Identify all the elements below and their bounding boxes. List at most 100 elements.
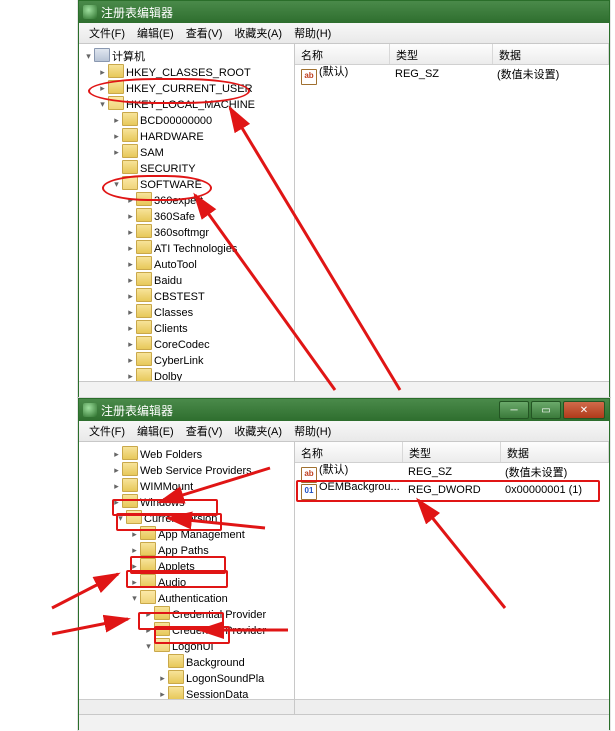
twisty-icon[interactable]: ▸: [125, 320, 136, 336]
tree-item[interactable]: SECURITY: [140, 163, 196, 175]
hscrollbar[interactable]: [295, 699, 609, 714]
twisty-icon[interactable]: ▾: [143, 638, 154, 654]
titlebar[interactable]: 注册表编辑器 ─ ▭ ✕: [79, 399, 609, 421]
titlebar[interactable]: 注册表编辑器: [79, 1, 609, 23]
tree-pane[interactable]: ▸ Web Folders ▸ Web Service Providers ▸ WIMMo…: [79, 442, 295, 714]
twisty-icon[interactable]: ▸: [125, 192, 136, 208]
tree-item[interactable]: 360expert: [154, 195, 203, 207]
menu-help[interactable]: 帮助(H): [288, 23, 337, 43]
menu-edit[interactable]: 编辑(E): [131, 23, 180, 43]
twisty-icon[interactable]: ▸: [125, 256, 136, 272]
tree-item[interactable]: HARDWARE: [140, 131, 204, 143]
twisty-icon[interactable]: ▸: [129, 526, 140, 542]
value-row[interactable]: ab(默认) REG_SZ (数值未设置): [295, 463, 609, 481]
twisty-icon[interactable]: ▸: [97, 64, 108, 80]
twisty-icon[interactable]: ▸: [129, 574, 140, 590]
folder-icon: [140, 558, 156, 572]
value-row[interactable]: ab(默认) REG_SZ (数值未设置): [295, 65, 609, 83]
twisty-icon[interactable]: ▾: [115, 510, 126, 526]
tree-pane[interactable]: ▾ 计算机 ▸ HKEY_CLASSES_ROOT ▸ HKEY_CURRENT_US…: [79, 44, 295, 381]
tree-item[interactable]: 360softmgr: [154, 227, 209, 239]
twisty-icon[interactable]: ▸: [143, 622, 154, 638]
col-name[interactable]: 名称: [295, 442, 403, 462]
twisty-icon[interactable]: ▸: [125, 336, 136, 352]
menu-help[interactable]: 帮助(H): [288, 421, 337, 441]
tree-item[interactable]: ATI Technologies: [154, 243, 237, 255]
tree-item[interactable]: HKEY_CLASSES_ROOT: [126, 67, 251, 79]
twisty-icon[interactable]: ▸: [125, 224, 136, 240]
tree-item[interactable]: App Paths: [158, 545, 209, 557]
twisty-icon[interactable]: ▸: [125, 208, 136, 224]
tree-item[interactable]: HKEY_CURRENT_USER: [126, 83, 253, 95]
twisty-icon[interactable]: ▸: [125, 352, 136, 368]
twisty-icon[interactable]: ▸: [111, 446, 122, 462]
twisty-icon[interactable]: ▸: [125, 304, 136, 320]
menu-view[interactable]: 查看(V): [180, 421, 229, 441]
tree-item[interactable]: CyberLink: [154, 355, 204, 367]
tree-item[interactable]: Dolby: [154, 371, 182, 381]
menu-file[interactable]: 文件(F): [83, 23, 131, 43]
twisty-icon[interactable]: ▾: [97, 96, 108, 112]
tree-item[interactable]: Web Folders: [140, 449, 202, 461]
tree-item-hklm[interactable]: HKEY_LOCAL_MACHINE: [126, 99, 255, 111]
tree-item-audio[interactable]: Audio: [158, 577, 186, 589]
twisty-icon[interactable]: [157, 654, 168, 670]
col-type[interactable]: 类型: [403, 442, 501, 462]
twisty-icon[interactable]: ▾: [129, 590, 140, 606]
tree-item[interactable]: Applets: [158, 561, 195, 573]
menu-fav[interactable]: 收藏夹(A): [228, 421, 288, 441]
menu-fav[interactable]: 收藏夹(A): [228, 23, 288, 43]
tree-item[interactable]: Clients: [154, 323, 188, 335]
col-name[interactable]: 名称: [295, 44, 390, 64]
twisty-icon[interactable]: ▸: [111, 462, 122, 478]
minimize-button[interactable]: ─: [499, 401, 529, 419]
folder-icon: [122, 144, 138, 158]
twisty-icon[interactable]: ▸: [125, 368, 136, 381]
tree-item[interactable]: Baidu: [154, 275, 182, 287]
twisty-icon[interactable]: ▸: [125, 240, 136, 256]
tree-root[interactable]: 计算机: [112, 51, 145, 63]
tree-item[interactable]: App Management: [158, 529, 245, 541]
list-pane[interactable]: 名称 类型 数据 ab(默认) REG_SZ (数值未设置) 01OEMBack…: [295, 442, 609, 714]
close-button[interactable]: ✕: [563, 401, 605, 419]
tree-item[interactable]: 360Safe: [154, 211, 195, 223]
tree-item-currentversion[interactable]: CurrentVersion: [144, 513, 217, 525]
tree-item-software[interactable]: SOFTWARE: [140, 179, 202, 191]
twisty-icon[interactable]: ▾: [111, 176, 122, 192]
tree-item[interactable]: BCD00000000: [140, 115, 212, 127]
tree-item[interactable]: Web Service Providers: [140, 465, 252, 477]
twisty-icon[interactable]: ▸: [111, 478, 122, 494]
twisty-icon[interactable]: ▸: [129, 558, 140, 574]
tree-item-background[interactable]: Background: [186, 657, 245, 669]
tree-item[interactable]: AutoTool: [154, 259, 197, 271]
tree-item[interactable]: Classes: [154, 307, 193, 319]
menu-file[interactable]: 文件(F): [83, 421, 131, 441]
tree-item[interactable]: CBSTEST: [154, 291, 205, 303]
twisty-icon[interactable]: ▾: [83, 48, 94, 64]
menu-view[interactable]: 查看(V): [180, 23, 229, 43]
twisty-icon[interactable]: ▸: [129, 542, 140, 558]
hscrollbar[interactable]: [79, 699, 294, 714]
twisty-icon[interactable]: ▸: [125, 272, 136, 288]
list-pane[interactable]: 名称 类型 数据 ab(默认) REG_SZ (数值未设置): [295, 44, 609, 381]
tree-item[interactable]: Windows: [140, 497, 185, 509]
tree-item-logonui[interactable]: LogonUI: [172, 641, 214, 653]
maximize-button[interactable]: ▭: [531, 401, 561, 419]
col-data[interactable]: 数据: [501, 442, 609, 462]
tree-item[interactable]: LogonSoundPla: [186, 673, 264, 685]
tree-item-authentication[interactable]: Authentication: [158, 593, 228, 605]
tree-item[interactable]: SAM: [140, 147, 164, 159]
col-data[interactable]: 数据: [493, 44, 609, 64]
tree-item[interactable]: CoreCodec: [154, 339, 210, 351]
tree-item[interactable]: Credential Provider: [172, 609, 266, 621]
col-type[interactable]: 类型: [390, 44, 493, 64]
tree-item[interactable]: Credential Provider: [172, 625, 266, 637]
twisty-icon[interactable]: ▸: [97, 80, 108, 96]
value-row-oembg[interactable]: 01OEMBackgrou... REG_DWORD 0x00000001 (1…: [295, 481, 609, 499]
tree-item[interactable]: WIMMount: [140, 481, 193, 493]
twisty-icon[interactable]: ▸: [157, 670, 168, 686]
twisty-icon[interactable]: ▸: [125, 288, 136, 304]
menu-edit[interactable]: 编辑(E): [131, 421, 180, 441]
twisty-icon[interactable]: ▸: [143, 606, 154, 622]
twisty-icon[interactable]: ▸: [111, 494, 122, 510]
